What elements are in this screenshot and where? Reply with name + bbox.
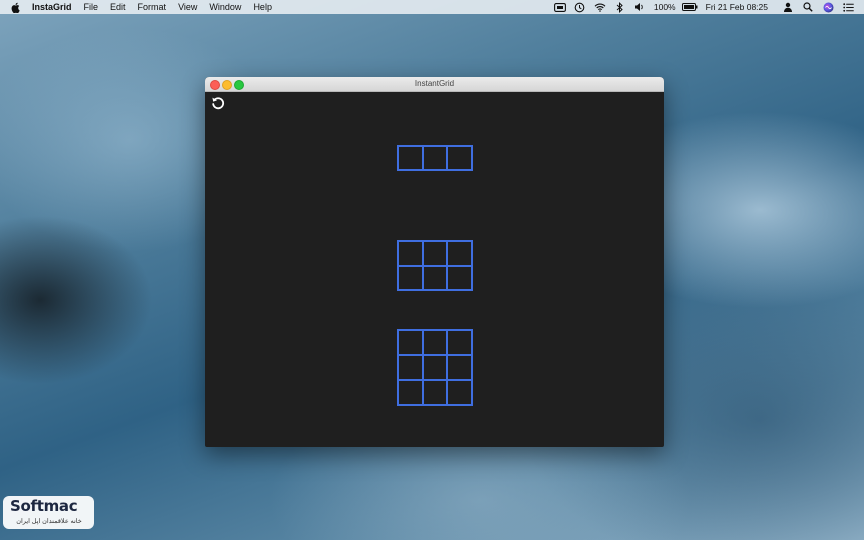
watermark-logo: Softmac خانه علاقمندان اپل ایران <box>3 496 94 529</box>
instantgrid-window: InstantGrid <box>205 77 664 447</box>
watermark-subtitle: خانه علاقمندان اپل ایران <box>16 518 82 525</box>
grid-cell <box>447 265 472 290</box>
menu-help[interactable]: Help <box>253 0 272 14</box>
grid-option-3x2[interactable] <box>397 240 473 291</box>
menu-file[interactable]: File <box>84 0 99 14</box>
grid-cell <box>447 241 472 266</box>
menu-bar: InstaGrid File Edit Format View Window H… <box>0 0 864 14</box>
grid-cell <box>398 355 423 380</box>
grid-cell <box>447 330 472 355</box>
refresh-icon[interactable] <box>210 95 226 111</box>
notification-center-icon[interactable] <box>842 2 854 12</box>
bluetooth-icon[interactable] <box>614 1 626 13</box>
desktop-background: InstaGrid File Edit Format View Window H… <box>0 0 864 540</box>
window-title: InstantGrid <box>414 79 455 88</box>
battery-icon[interactable] <box>681 2 698 12</box>
grid-cell <box>422 380 448 405</box>
grid-cell <box>447 146 472 170</box>
window-titlebar[interactable]: InstantGrid <box>205 77 664 92</box>
menu-format[interactable]: Format <box>138 0 167 14</box>
menu-clock[interactable]: Fri 21 Feb 08:25 <box>706 0 768 14</box>
search-icon[interactable] <box>802 2 814 12</box>
grid-cell <box>398 265 423 290</box>
grid-cell <box>398 380 423 405</box>
grid-cell <box>422 330 448 355</box>
menu-edit[interactable]: Edit <box>110 0 126 14</box>
user-icon[interactable] <box>782 2 794 12</box>
siri-icon[interactable] <box>822 2 834 12</box>
time-machine-icon[interactable] <box>574 2 586 12</box>
grid-cell <box>422 241 448 266</box>
grid-option-3x1[interactable] <box>397 145 473 171</box>
grid-cell <box>398 146 423 170</box>
grid-cell <box>422 146 448 170</box>
grid-cell <box>398 241 423 266</box>
watermark-brand: Softmac <box>10 497 78 515</box>
apple-icon[interactable] <box>11 2 21 13</box>
wifi-icon[interactable] <box>594 2 606 12</box>
menu-window[interactable]: Window <box>209 0 241 14</box>
menu-view[interactable]: View <box>178 0 197 14</box>
menu-app-name[interactable]: InstaGrid <box>32 0 72 14</box>
grid-option-3x3[interactable] <box>397 329 473 406</box>
grid-cell <box>422 265 448 290</box>
grid-cell <box>447 380 472 405</box>
grid-cell <box>447 355 472 380</box>
volume-icon[interactable] <box>634 2 646 12</box>
grid-cell <box>422 355 448 380</box>
grid-cell <box>398 330 423 355</box>
display-icon[interactable] <box>553 2 566 12</box>
battery-percent: 100% <box>653 2 676 12</box>
